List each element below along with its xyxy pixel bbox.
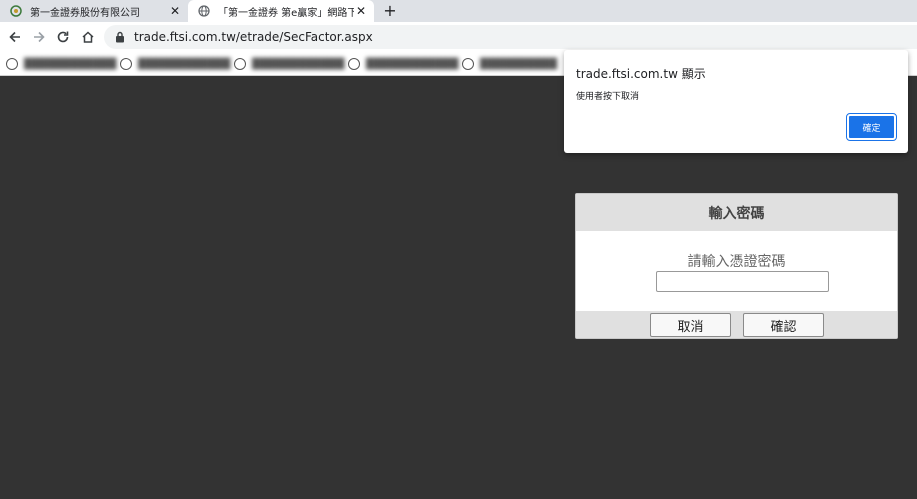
bookmark-icon xyxy=(120,58,132,70)
password-panel: 輸入密碼 請輸入憑證密碼 取消 確認 xyxy=(575,193,898,339)
address-bar[interactable]: trade.ftsi.com.tw/etrade/SecFactor.aspx xyxy=(104,25,917,49)
password-prompt: 請輸入憑證密碼 xyxy=(687,254,786,270)
confirm-button[interactable]: 確認 xyxy=(743,313,824,337)
bookmark-item[interactable]: ██████████ xyxy=(462,57,557,71)
close-tab-icon[interactable]: ✕ xyxy=(168,4,182,18)
bookmark-item[interactable]: ████████████ xyxy=(234,57,344,71)
bookmark-icon xyxy=(348,58,360,70)
tab-strip: 第一金證券股份有限公司 ✕ 「第一金證券 第e贏家」網路下單 ✕ + xyxy=(0,0,917,22)
bookmark-icon xyxy=(234,58,246,70)
home-icon[interactable] xyxy=(79,28,97,46)
browser-toolbar: trade.ftsi.com.tw/etrade/SecFactor.aspx xyxy=(0,22,917,52)
address-bar-url: trade.ftsi.com.tw/etrade/SecFactor.aspx xyxy=(134,30,373,44)
tab-title: 第一金證券股份有限公司 xyxy=(30,7,140,19)
globe-icon xyxy=(198,5,210,17)
password-input[interactable] xyxy=(656,271,829,292)
panel-footer: 取消 確認 xyxy=(576,311,897,338)
alert-ok-button[interactable]: 確定 xyxy=(846,113,897,141)
alert-message: 使用者按下取消 xyxy=(576,92,640,102)
tab-ftsi-home[interactable]: 第一金證券股份有限公司 ✕ xyxy=(0,0,188,22)
reload-icon[interactable] xyxy=(54,28,72,46)
back-arrow-icon[interactable] xyxy=(6,28,24,46)
cancel-button[interactable]: 取消 xyxy=(650,313,731,337)
site-favicon-icon xyxy=(10,5,22,17)
close-tab-icon[interactable]: ✕ xyxy=(354,4,368,18)
bookmark-item[interactable]: ████████████ xyxy=(348,57,458,71)
forward-arrow-icon[interactable] xyxy=(30,28,48,46)
panel-title: 輸入密碼 xyxy=(576,194,897,231)
bookmark-icon xyxy=(6,58,18,70)
tab-title: 「第一金證券 第e贏家」網路下單 xyxy=(218,7,354,19)
bookmark-item[interactable]: ████████████ xyxy=(120,57,230,71)
alert-dialog: trade.ftsi.com.tw 顯示 使用者按下取消 確定 xyxy=(564,50,908,153)
bookmark-item[interactable]: ████████████ xyxy=(6,57,116,71)
lock-icon[interactable] xyxy=(114,31,126,43)
new-tab-icon[interactable]: + xyxy=(380,0,400,22)
bookmark-icon xyxy=(462,58,474,70)
tab-etrade[interactable]: 「第一金證券 第e贏家」網路下單 ✕ xyxy=(188,0,374,22)
alert-origin: trade.ftsi.com.tw 顯示 xyxy=(576,67,706,81)
